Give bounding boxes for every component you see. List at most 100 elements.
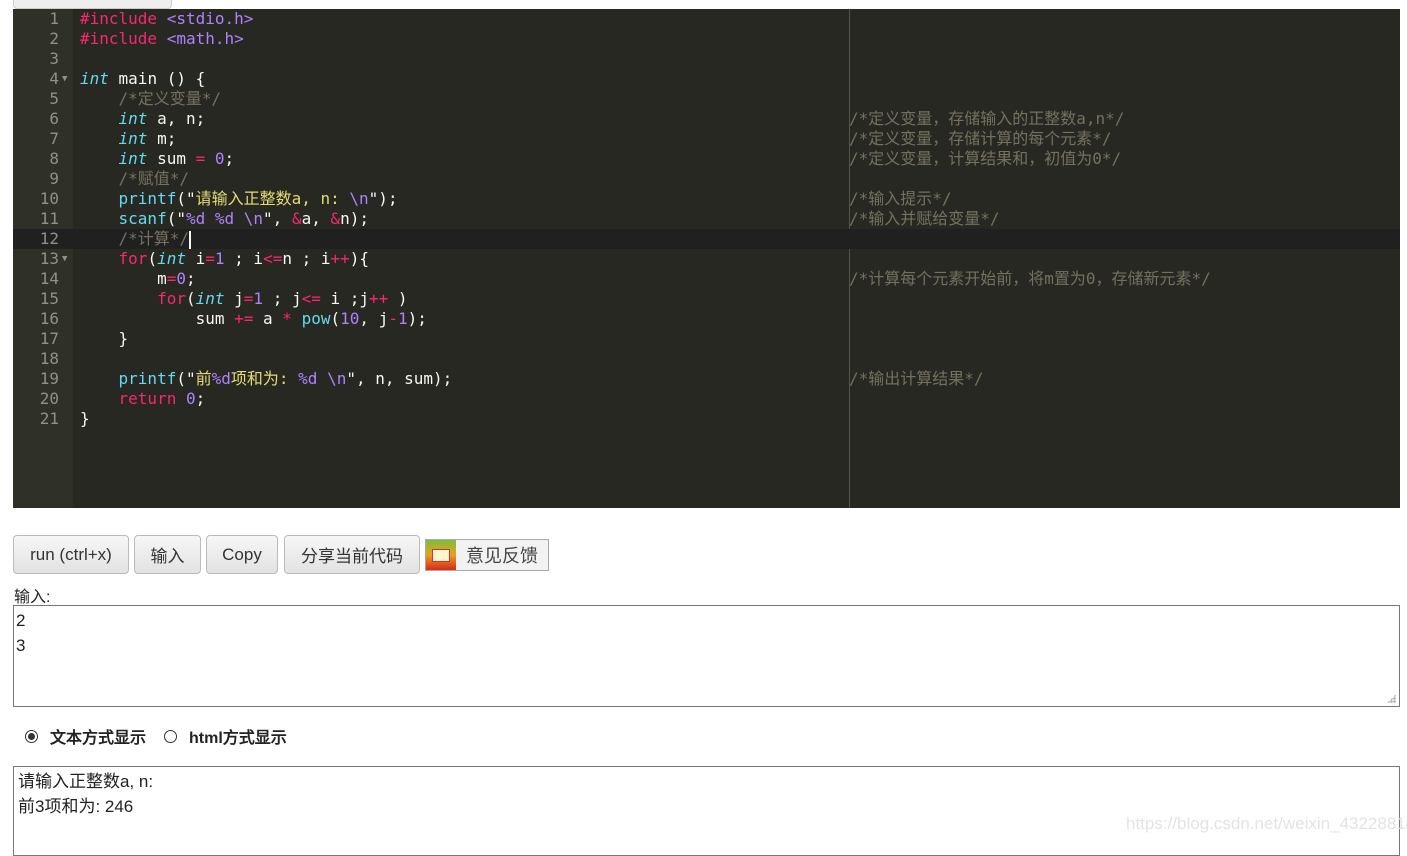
code-token: for [118, 249, 148, 268]
radio-html-mode[interactable] [164, 729, 178, 743]
resize-handle[interactable] [1387, 694, 1396, 703]
share-code-button[interactable]: 分享当前代码 [284, 535, 420, 574]
code-text: printf("请输入正整数a, n: \n"); [80, 189, 398, 209]
code-token: n ; i [282, 249, 331, 268]
code-token: ( [147, 249, 158, 268]
code-line[interactable]: 1 #include <stdio.h> [13, 9, 1400, 29]
run-button[interactable]: run (ctrl+x) [13, 535, 129, 574]
code-text: for(int i=1 ; i<=n ; i++){ [80, 249, 370, 269]
code-token: 请输入正整数a, n: [195, 189, 350, 208]
code-token: & [330, 209, 341, 228]
code-token: 1 [253, 289, 264, 308]
code-line[interactable]: 14 m=0; /*计算每个元素开始前，将m置为0，存储新元素*/ [13, 269, 1400, 289]
stdin-value[interactable]: 2 3 [16, 611, 25, 655]
code-token: pow [301, 309, 331, 328]
code-token: = [195, 149, 206, 168]
code-token: ); [407, 309, 427, 328]
line-number: 11 [39, 209, 59, 228]
code-line[interactable]: 13 ▼ for(int i=1 ; i<=n ; i++){ [13, 249, 1400, 269]
code-text: } [80, 409, 90, 429]
html-mode-label[interactable]: html方式显示 [189, 724, 287, 748]
code-token: * [282, 309, 292, 328]
code-token: printf [118, 189, 177, 208]
code-line[interactable]: 20 return 0; [13, 389, 1400, 409]
code-line[interactable]: 6 int a, n; /*定义变量，存储输入的正整数a,n*/ [13, 109, 1400, 129]
code-token: int [118, 109, 148, 128]
code-token: \n [349, 189, 369, 208]
code-token: %d [214, 209, 235, 228]
code-token: 前 [195, 369, 212, 388]
line-number: 15 [39, 289, 59, 308]
code-token: ; [185, 269, 196, 288]
code-text: return 0; [80, 389, 206, 409]
stdin-textarea[interactable]: 2 3 [13, 605, 1400, 707]
code-text: scanf("%d %d \n", &a, &n); [80, 209, 370, 229]
code-token: int [118, 129, 148, 148]
input-button[interactable]: 输入 [134, 535, 201, 574]
editor-tab[interactable] [13, 0, 172, 9]
code-token: /*赋值*/ [118, 169, 190, 188]
code-line[interactable]: 15 for(int j=1 ; j<= i ;j++ ) [13, 289, 1400, 309]
line-number: 18 [39, 349, 59, 368]
code-text: for(int j=1 ; j<= i ;j++ ) [80, 289, 408, 309]
code-line[interactable]: 2 #include <math.h> [13, 29, 1400, 49]
line-number: 10 [39, 189, 59, 208]
code-line[interactable]: 12 /*计算*/ [13, 229, 1400, 249]
code-line[interactable]: 17 } [13, 329, 1400, 349]
code-token: } [80, 329, 129, 348]
code-line[interactable]: 18 [13, 349, 1400, 369]
code-line[interactable]: 19 printf("前%d项和为: %d \n", n, sum);/*输出计… [13, 369, 1400, 389]
code-text: int m; [80, 129, 177, 149]
input-label: 输入: [14, 589, 51, 606]
code-token: <stdio.h> [166, 9, 254, 28]
line-number: 19 [39, 369, 59, 388]
code-line[interactable]: 7 int m; /*定义变量，存储计算的每个元素*/ [13, 129, 1400, 149]
code-token: int [157, 249, 186, 268]
fold-arrow-icon[interactable]: ▼ [62, 249, 67, 269]
code-line[interactable]: 16 sum += a * pow(10, j-1); [13, 309, 1400, 329]
code-line[interactable]: 3 [13, 49, 1400, 69]
code-line[interactable]: 11 scanf("%d %d \n", &a, &n);/*输入并赋给变量*/ [13, 209, 1400, 229]
radio-text-mode[interactable] [25, 729, 38, 743]
line-number: 13 [39, 249, 59, 268]
code-token: & [291, 209, 302, 228]
code-token: return [118, 389, 177, 408]
code-line[interactable]: 5 /*定义变量*/ [13, 89, 1400, 109]
code-token: (" [166, 209, 186, 228]
code-token: ){ [349, 249, 370, 268]
code-line[interactable]: 21} [13, 409, 1400, 429]
fold-arrow-icon[interactable]: ▼ [62, 69, 67, 89]
code-token: a, [301, 209, 331, 228]
code-line[interactable]: 9 /*赋值*/ [13, 169, 1400, 189]
code-token: ( [185, 289, 196, 308]
code-line[interactable]: 4 ▼ int main () { [13, 69, 1400, 89]
code-token: i ;j [320, 289, 370, 308]
output-panel: 请输入正整数a, n: 前3项和为: 246 [13, 766, 1400, 856]
code-token: sum [147, 149, 196, 168]
feedback-button[interactable]: 意见反馈 [425, 539, 549, 571]
code-token: n); [340, 209, 370, 228]
trailing-comment: /*计算每个元素开始前，将m置为0，存储新元素*/ [849, 269, 1211, 288]
code-text: m=0; [80, 269, 196, 289]
text-mode-label[interactable]: 文本方式显示 [50, 724, 146, 748]
code-token: 10 [340, 309, 360, 328]
code-line[interactable]: 8 int sum = 0; /*定义变量，计算结果和，初值为0*/ [13, 149, 1400, 169]
code-token: 0 [214, 149, 225, 168]
code-editor[interactable]: 1 #include <stdio.h> 2 #include <math.h> 3 4 ▼… [13, 9, 1400, 508]
code-token: <math.h> [166, 29, 244, 48]
code-token: <= [263, 249, 283, 268]
code-text: #include <math.h> [80, 29, 244, 49]
copy-button[interactable]: Copy [206, 535, 278, 574]
code-token: /*定义变量*/ [118, 89, 222, 108]
code-line[interactable]: 10 printf("请输入正整数a, n: \n"); /*输入提示*/ [13, 189, 1400, 209]
line-number: 8 [49, 149, 59, 168]
